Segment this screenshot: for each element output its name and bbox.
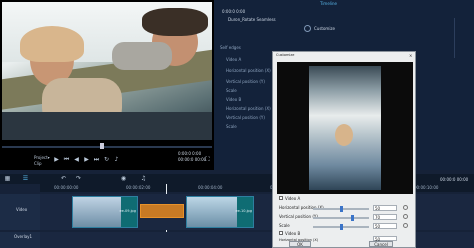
a-vertical-reset-icon[interactable] bbox=[403, 214, 408, 219]
next-frame-icon[interactable]: ▶ bbox=[83, 156, 90, 163]
app-title: Timeline bbox=[320, 1, 338, 6]
ground bbox=[2, 112, 212, 140]
a-vertical-input[interactable]: 70 bbox=[373, 214, 397, 220]
dialog-preview-image bbox=[309, 66, 381, 190]
effect-name: Duron_Rotate Seamless bbox=[228, 17, 276, 22]
right-side-tools bbox=[454, 18, 472, 58]
video-b-checkbox[interactable] bbox=[279, 231, 283, 235]
a-scale-input[interactable]: 50 bbox=[373, 223, 397, 229]
tree-b-vertical[interactable]: Vertical position (Y) bbox=[226, 115, 265, 120]
ok-button[interactable]: OK bbox=[289, 241, 311, 247]
customize-button[interactable]: Customize bbox=[314, 26, 335, 31]
fullscreen-icon[interactable]: ⛶ bbox=[204, 156, 211, 163]
ruler-tick: 00:00:02:00 bbox=[126, 185, 151, 190]
clip-1[interactable]: ee-09.jpg bbox=[72, 196, 138, 228]
scrub-handle[interactable] bbox=[100, 143, 104, 149]
ruler-tick: 00:00:10:00 bbox=[414, 185, 439, 190]
video-a-label: Video A bbox=[285, 196, 301, 201]
slider-knob[interactable] bbox=[339, 206, 343, 212]
storyboard-view-icon[interactable]: ▦ bbox=[4, 175, 11, 182]
tree-a-scale[interactable]: Scale bbox=[226, 88, 237, 93]
record-icon[interactable]: ◉ bbox=[120, 175, 127, 182]
redo-icon[interactable]: ↷ bbox=[75, 175, 82, 182]
slider-knob[interactable] bbox=[350, 215, 354, 221]
options-timecode: 0:00:0 0:00 bbox=[222, 9, 246, 14]
preview-timecode-bottom: 00:00:0 00:00 bbox=[178, 157, 207, 162]
tree-b-horizontal[interactable]: Horizontal position (X) bbox=[226, 106, 271, 111]
preview-panel: Project▾ Clip ▶ ⏮ ◀ ▶ ⏭ ↻ ♪ 0:00:0 0:00 … bbox=[0, 0, 214, 170]
clip-2[interactable]: ee-10.jpg bbox=[186, 196, 254, 228]
a-scale-slider[interactable] bbox=[313, 224, 369, 230]
scrub-bar[interactable] bbox=[2, 146, 212, 148]
project-mode-label[interactable]: Project▾ bbox=[34, 155, 50, 160]
prev-frame-icon[interactable]: ◀ bbox=[73, 156, 80, 163]
a-horizontal-slider[interactable] bbox=[313, 206, 369, 212]
a-scale-reset-icon[interactable] bbox=[403, 223, 408, 228]
end-icon[interactable]: ⏭ bbox=[93, 156, 100, 163]
tree-video-b[interactable]: Video B bbox=[226, 97, 241, 102]
a-vertical-slider[interactable] bbox=[313, 215, 369, 221]
dialog-preview bbox=[277, 62, 413, 194]
preview-person bbox=[335, 124, 353, 146]
a-horizontal-input[interactable]: 50 bbox=[373, 205, 397, 211]
home-icon[interactable]: ⏮ bbox=[63, 156, 70, 163]
dialog-title: Customize bbox=[276, 53, 295, 57]
clip-1-label: ee-09.jpg bbox=[119, 209, 136, 213]
cancel-button[interactable]: Cancel bbox=[369, 241, 393, 247]
ruler-tick: 00:00:04:00 bbox=[198, 185, 223, 190]
customize-dialog: Customize × Video A Horizontal position … bbox=[272, 51, 416, 248]
close-icon[interactable]: × bbox=[409, 53, 415, 58]
repeat-icon[interactable]: ↻ bbox=[103, 156, 110, 163]
person-left-hair bbox=[20, 26, 84, 62]
transition-block[interactable] bbox=[140, 204, 184, 218]
track-header-overlay: Overlay1 bbox=[0, 232, 40, 248]
tree-video-a[interactable]: Video A bbox=[226, 57, 241, 62]
tree-self-edges[interactable]: Self edges bbox=[220, 45, 241, 50]
video-b-label: Video B bbox=[285, 231, 301, 236]
a-scale-label: Scale bbox=[279, 223, 290, 228]
timeline-view-icon[interactable]: ☰ bbox=[22, 175, 29, 182]
undo-icon[interactable]: ↶ bbox=[60, 175, 67, 182]
preview-timecode-top: 0:00:0 0:00 bbox=[178, 151, 202, 156]
tree-b-scale[interactable]: Scale bbox=[226, 124, 237, 129]
clip-2-label: ee-10.jpg bbox=[235, 209, 252, 213]
audio-mix-icon[interactable]: ♫ bbox=[140, 175, 147, 182]
timeline-timecode: 00:00:0 00:00 bbox=[440, 177, 469, 182]
tree-a-horizontal[interactable]: Horizontal position (X) bbox=[226, 68, 271, 73]
a-horizontal-reset-icon[interactable] bbox=[403, 205, 408, 210]
volume-icon[interactable]: ♪ bbox=[113, 156, 120, 163]
tree-a-vertical[interactable]: Vertical position (Y) bbox=[226, 79, 265, 84]
track-header-video: Video bbox=[0, 194, 40, 230]
track-label-overlay: Overlay1 bbox=[14, 234, 33, 239]
clip-mode-label[interactable]: Clip bbox=[34, 161, 42, 166]
track-label-video: Video bbox=[16, 207, 28, 212]
person-right-hair bbox=[142, 8, 208, 36]
video-a-checkbox[interactable] bbox=[279, 196, 283, 200]
slider-knob[interactable] bbox=[339, 224, 343, 230]
play-icon[interactable]: ▶ bbox=[53, 156, 60, 163]
preview-video-frame bbox=[2, 2, 212, 140]
person-right-body bbox=[112, 42, 172, 70]
customize-gear-icon[interactable] bbox=[304, 25, 311, 32]
ruler-tick: 00:00:00:00 bbox=[54, 185, 79, 190]
